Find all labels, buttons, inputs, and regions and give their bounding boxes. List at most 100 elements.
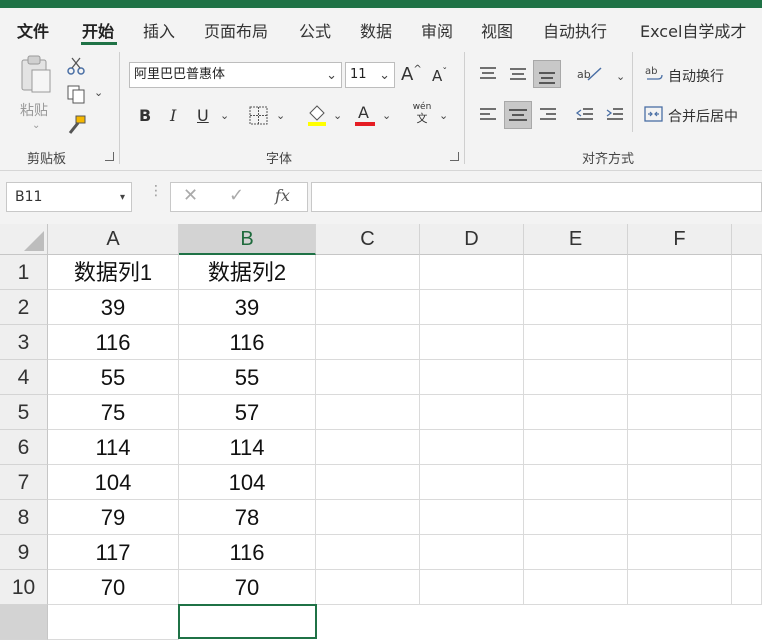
cell-b[interactable]: 78 [179, 500, 316, 535]
formula-input[interactable] [311, 182, 762, 212]
empty-cell[interactable] [524, 325, 628, 360]
empty-cell[interactable] [628, 535, 732, 570]
empty-cell[interactable] [316, 360, 420, 395]
align-bottom-button[interactable] [533, 60, 561, 88]
cell-a[interactable]: 数据列1 [48, 255, 179, 290]
empty-cell[interactable] [732, 290, 762, 325]
row-header[interactable]: 6 [0, 430, 48, 465]
cancel-entry-icon[interactable]: ✕ [183, 185, 198, 206]
empty-cell[interactable] [732, 500, 762, 535]
empty-cell[interactable] [732, 465, 762, 500]
cell-a[interactable]: 114 [48, 430, 179, 465]
empty-cell[interactable] [316, 535, 420, 570]
borders-button[interactable] [249, 106, 269, 126]
empty-cell[interactable] [524, 500, 628, 535]
merge-center-button[interactable]: 合并后居中 [644, 104, 762, 126]
tab-excel-self-study[interactable]: Excel自学成才 [640, 18, 746, 42]
empty-cell[interactable] [732, 395, 762, 430]
cell-a[interactable]: 55 [48, 360, 179, 395]
empty-cell[interactable] [316, 395, 420, 430]
font-name-select[interactable]: 阿里巴巴普惠体 ⌄ [129, 62, 342, 88]
tab-formulas[interactable]: 公式 [299, 18, 331, 42]
align-center-button[interactable] [504, 101, 532, 129]
cell-a[interactable]: 116 [48, 325, 179, 360]
phonetic-chevron-icon[interactable]: ⌄ [439, 109, 448, 122]
cell-a[interactable]: 39 [48, 290, 179, 325]
empty-cell[interactable] [48, 605, 179, 640]
empty-cell[interactable] [316, 325, 420, 360]
empty-cell[interactable] [524, 430, 628, 465]
empty-cell[interactable] [420, 360, 524, 395]
empty-cell[interactable] [420, 535, 524, 570]
empty-cell[interactable] [628, 325, 732, 360]
row-header-selected[interactable] [0, 605, 48, 640]
format-painter-button[interactable] [66, 114, 88, 136]
tab-file[interactable]: 文件 [17, 18, 49, 42]
empty-cell[interactable] [628, 500, 732, 535]
bold-button[interactable]: B [139, 106, 151, 125]
tab-view[interactable]: 视图 [481, 18, 513, 42]
underline-chevron-icon[interactable]: ⌄ [220, 109, 229, 122]
fill-color-chevron-icon[interactable]: ⌄ [333, 109, 342, 122]
cell-a[interactable]: 104 [48, 465, 179, 500]
empty-cell[interactable] [628, 255, 732, 290]
row-header[interactable]: 7 [0, 465, 48, 500]
empty-cell[interactable] [628, 290, 732, 325]
orientation-button[interactable]: ab [576, 64, 604, 84]
tab-page-layout[interactable]: 页面布局 [204, 18, 268, 42]
tab-automate[interactable]: 自动执行 [543, 18, 607, 42]
empty-cell[interactable] [628, 570, 732, 605]
tab-insert[interactable]: 插入 [143, 18, 175, 42]
cell-b[interactable]: 数据列2 [179, 255, 316, 290]
cell-b[interactable]: 70 [179, 570, 316, 605]
tab-review[interactable]: 审阅 [421, 18, 453, 42]
cell-a[interactable]: 75 [48, 395, 179, 430]
empty-cell[interactable] [420, 570, 524, 605]
row-header[interactable]: 9 [0, 535, 48, 570]
column-header-d[interactable]: D [420, 224, 524, 255]
empty-cell[interactable] [628, 395, 732, 430]
cell-a[interactable]: 70 [48, 570, 179, 605]
copy-button[interactable]: ⌄ [66, 84, 106, 104]
row-header[interactable]: 2 [0, 290, 48, 325]
column-header-a[interactable]: A [48, 224, 179, 255]
row-header[interactable]: 4 [0, 360, 48, 395]
empty-cell[interactable] [316, 430, 420, 465]
empty-cell[interactable] [316, 465, 420, 500]
row-header[interactable]: 3 [0, 325, 48, 360]
font-size-select[interactable]: 11 ⌄ [345, 62, 395, 88]
font-color-button[interactable]: A [354, 103, 376, 127]
row-header[interactable]: 8 [0, 500, 48, 535]
empty-cell[interactable] [524, 290, 628, 325]
empty-cell[interactable] [316, 500, 420, 535]
column-header-e[interactable]: E [524, 224, 628, 255]
empty-cell[interactable] [524, 395, 628, 430]
cut-button[interactable] [66, 56, 86, 76]
cell-b[interactable]: 39 [179, 290, 316, 325]
grow-font-button[interactable]: A^ [401, 64, 422, 85]
name-box[interactable]: B11 ▾ [6, 182, 132, 212]
empty-cell[interactable] [732, 255, 762, 290]
fill-color-button[interactable] [306, 103, 328, 127]
font-dialog-launcher[interactable] [450, 152, 459, 161]
column-header-f[interactable]: F [628, 224, 732, 255]
column-header-partial[interactable] [732, 224, 762, 255]
empty-cell[interactable] [524, 535, 628, 570]
empty-cell[interactable] [316, 570, 420, 605]
cell-b[interactable]: 116 [179, 535, 316, 570]
empty-cell[interactable] [524, 570, 628, 605]
cell-a[interactable]: 117 [48, 535, 179, 570]
empty-cell[interactable] [420, 465, 524, 500]
empty-cell[interactable] [732, 430, 762, 465]
empty-cell[interactable] [732, 570, 762, 605]
empty-cell[interactable] [316, 255, 420, 290]
tab-home[interactable]: 开始 [82, 18, 114, 42]
empty-cell[interactable] [420, 500, 524, 535]
cell-b[interactable]: 57 [179, 395, 316, 430]
column-header-b[interactable]: B [179, 224, 316, 255]
cell-b[interactable]: 104 [179, 465, 316, 500]
empty-cell[interactable] [420, 325, 524, 360]
underline-button[interactable]: U [197, 106, 209, 125]
empty-cell[interactable] [420, 290, 524, 325]
paste-button[interactable]: 粘贴 ⌄ [14, 54, 58, 134]
